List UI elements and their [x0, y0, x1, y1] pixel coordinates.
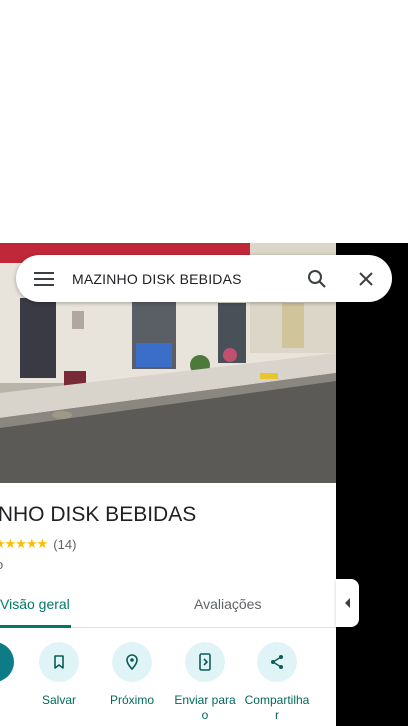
place-title: INHO DISK BEBIDAS: [0, 503, 197, 526]
search-bar[interactable]: MAZINHO DISK BEBIDAS: [16, 255, 392, 302]
share-label: Compartilha r: [237, 693, 317, 723]
menu-button[interactable]: [16, 255, 72, 302]
collapse-panel-button[interactable]: [336, 579, 359, 627]
place-tabs: Visão geral Avaliações: [0, 583, 336, 628]
search-button[interactable]: [294, 255, 340, 302]
share-icon: [257, 642, 297, 682]
place-category: o: [0, 557, 3, 572]
nearby-button[interactable]: Próximo: [92, 642, 172, 708]
star-rating: ★★★★★: [0, 536, 48, 551]
search-input[interactable]: MAZINHO DISK BEBIDAS: [72, 271, 294, 287]
share-button[interactable]: Compartilha r: [237, 642, 317, 723]
review-count: (14): [53, 536, 77, 552]
place-panel: INHO DISK BEBIDAS ★★★★★ (14) o Visão ger…: [0, 243, 336, 726]
send-to-phone-button[interactable]: Enviar para o: [165, 642, 245, 723]
directions-icon: [0, 642, 14, 682]
map-background: [336, 243, 408, 726]
send-label: Enviar para o: [165, 693, 245, 723]
rating-row[interactable]: ★★★★★ (14): [0, 536, 76, 552]
nearby-icon: [112, 642, 152, 682]
nearby-label: Próximo: [109, 693, 154, 707]
save-button[interactable]: Salvar: [19, 642, 99, 708]
close-button[interactable]: [340, 255, 392, 302]
send-label-line1: Enviar para: [174, 693, 236, 707]
tab-overview[interactable]: Visão geral: [0, 583, 71, 628]
save-label: Salvar: [41, 693, 76, 707]
send-to-phone-icon: [185, 642, 225, 682]
close-icon: [359, 271, 373, 286]
search-icon: [308, 269, 326, 288]
share-label-line1: Compartilha: [244, 693, 310, 707]
bookmark-icon: [39, 642, 79, 682]
tab-reviews[interactable]: Avaliações: [194, 583, 261, 628]
send-label-line2: o: [201, 708, 209, 722]
collapse-arrow-icon: [344, 598, 350, 608]
share-label-line2: r: [275, 708, 279, 722]
menu-icon: [34, 271, 54, 286]
